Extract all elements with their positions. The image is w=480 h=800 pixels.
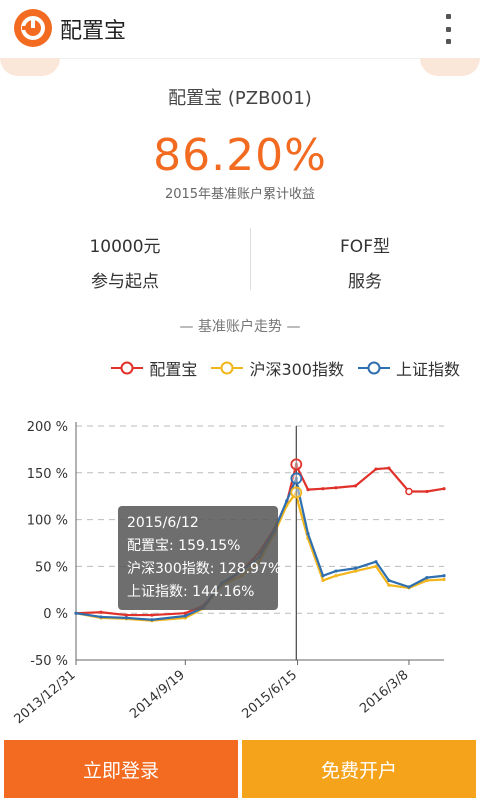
data-point	[407, 585, 411, 589]
data-point	[353, 484, 358, 488]
open-account-button[interactable]: 免费开户	[242, 740, 476, 798]
bottom-action-bar: 立即登录 免费开户	[0, 740, 480, 800]
data-point	[99, 610, 103, 614]
fund-name: 配置宝 (PZB001)	[168, 88, 312, 109]
legend-item[interactable]: 沪深300指数	[211, 356, 344, 380]
x-tick-label: 2014/9/19	[127, 668, 188, 722]
tooltip-line: 2015/6/12	[127, 515, 199, 531]
y-tick-label: 50 %	[35, 560, 68, 575]
data-point	[387, 578, 391, 583]
y-tick-label: 200 %	[27, 420, 68, 435]
data-point	[334, 569, 338, 573]
app-bar: 配置宝	[0, 0, 480, 59]
legend-label: 配置宝	[149, 360, 198, 379]
data-point	[321, 578, 325, 583]
legend-label: 沪深300指数	[249, 360, 344, 379]
data-point	[425, 576, 429, 580]
tooltip-line: 配置宝: 159.15%	[127, 538, 240, 554]
data-point	[353, 566, 358, 570]
data-point	[306, 488, 310, 492]
legend-marker-icon	[357, 361, 390, 375]
x-tick-label: 2016/3/8	[357, 668, 411, 717]
header-decoration	[420, 58, 480, 76]
data-point	[334, 486, 338, 490]
stat-label: 服务	[348, 272, 382, 292]
x-tick-label: 2015/6/15	[239, 668, 300, 722]
legend-marker-icon	[111, 361, 144, 375]
data-point	[124, 613, 129, 617]
data-point	[306, 532, 310, 536]
stat-service-type: FOF型 服务	[245, 232, 480, 292]
data-point	[442, 574, 446, 578]
cursor-marker	[290, 486, 303, 499]
data-point	[387, 466, 391, 470]
app-logo-icon	[14, 9, 52, 47]
performance-chart[interactable]: 200 % 150 % 100 % 50 % 0 % -50 %2013/12/31 201…	[0, 410, 480, 740]
data-point	[334, 574, 338, 578]
stat-value: 10000元	[89, 237, 161, 257]
data-point	[374, 564, 378, 568]
legend-marker-icon	[211, 361, 244, 375]
data-point	[183, 614, 187, 618]
data-point	[321, 574, 325, 578]
cumulative-return-label: 2015年基准账户累计收益	[164, 187, 316, 202]
cursor-marker	[290, 458, 303, 471]
data-point	[124, 616, 129, 620]
y-tick-label: -50 %	[30, 654, 68, 669]
data-point	[374, 560, 378, 564]
header-decoration	[0, 58, 60, 76]
data-point	[387, 583, 391, 587]
legend-item[interactable]: 配置宝	[111, 356, 197, 380]
y-tick-label: 0 %	[43, 607, 68, 622]
legend-item[interactable]: 上证指数	[357, 356, 460, 380]
y-tick-label: 150 %	[27, 467, 68, 482]
data-point	[425, 489, 429, 494]
overflow-menu-icon[interactable]	[440, 14, 456, 44]
data-point	[74, 611, 78, 615]
data-point	[353, 569, 358, 573]
app-title: 配置宝	[60, 19, 127, 44]
data-point	[150, 618, 154, 622]
series-marker	[405, 487, 413, 496]
cumulative-return-value: 86.20%	[153, 130, 327, 181]
login-button[interactable]: 立即登录	[4, 740, 238, 798]
chart-legend: 配置宝 沪深300指数 上证指数	[111, 356, 460, 380]
chart-section-title: — 基准账户走势 —	[179, 319, 301, 335]
data-point	[99, 615, 103, 619]
y-tick-label: 100 %	[27, 514, 68, 529]
data-point	[321, 487, 325, 491]
data-point	[150, 613, 154, 617]
cursor-marker	[290, 472, 303, 485]
x-tick-label: 2013/12/31	[12, 668, 79, 728]
tooltip-line: 沪深300指数: 128.97%	[127, 561, 281, 577]
data-point	[285, 499, 289, 503]
stat-label: 参与起点	[91, 272, 159, 292]
legend-label: 上证指数	[395, 360, 460, 379]
data-point	[442, 487, 446, 491]
tooltip-line: 上证指数: 144.16%	[127, 584, 254, 600]
data-point	[374, 467, 378, 471]
stat-value: FOF型	[340, 237, 390, 257]
stat-min-investment: 10000元 参与起点	[5, 232, 245, 292]
data-point	[442, 577, 446, 582]
